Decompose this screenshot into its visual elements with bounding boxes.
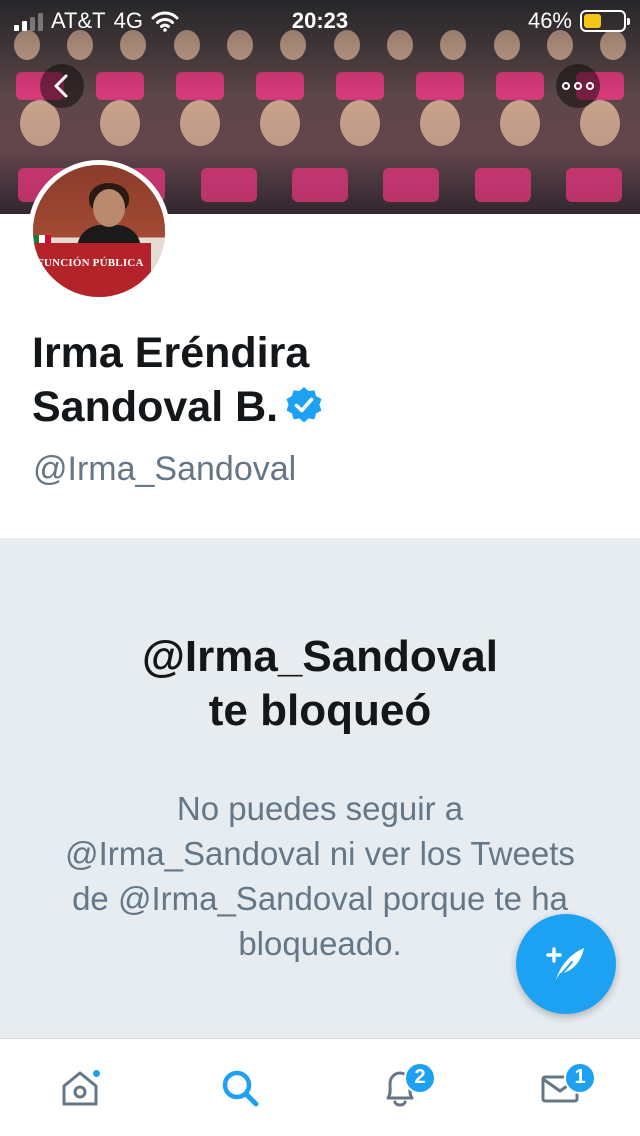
compose-tweet-icon [546,947,584,980]
tab-search[interactable] [210,1058,270,1118]
status-bar: AT&T 4G 20:23 46% [0,0,640,40]
profile-handle: @Irma_Sandoval [33,450,297,488]
profile-avatar[interactable]: FUNCIÓN PÚBLICA [28,160,170,302]
display-name-line-2: Sandoval B. [32,383,279,431]
tab-notifications[interactable]: 2 [370,1058,436,1118]
battery-icon [580,10,630,32]
chevron-left-icon [54,74,68,98]
back-button[interactable] [40,64,84,108]
profile-display-name: Irma Eréndira Sandoval B. [32,326,592,434]
new-content-dot [91,1067,102,1079]
compose-tweet-button[interactable] [516,914,616,1014]
podium-text: FUNCIÓN PÚBLICA [37,257,144,269]
bottom-tab-bar: 2 1 [0,1038,640,1136]
verified-badge-icon [286,387,322,423]
more-horizontal-icon [562,82,594,90]
tab-home[interactable] [50,1058,110,1118]
messages-badge: 1 [564,1061,596,1094]
podium-graphic [33,243,151,297]
search-icon [222,1070,259,1106]
more-options-button[interactable] [556,64,600,108]
tab-messages[interactable]: 1 [530,1058,596,1118]
notifications-badge: 2 [404,1061,436,1094]
blocked-title: @Irma_Sandoval te bloqueó [0,630,640,738]
battery-percent: 46% [527,8,572,33]
display-name-line-1: Irma Eréndira [32,329,310,377]
blocked-title-line-1: @Irma_Sandoval [142,632,498,681]
blocked-title-line-2: te bloqueó [208,686,432,735]
blocked-description: No puedes seguir a @Irma_Sandoval ni ver… [65,790,575,962]
battery-level [584,14,602,28]
